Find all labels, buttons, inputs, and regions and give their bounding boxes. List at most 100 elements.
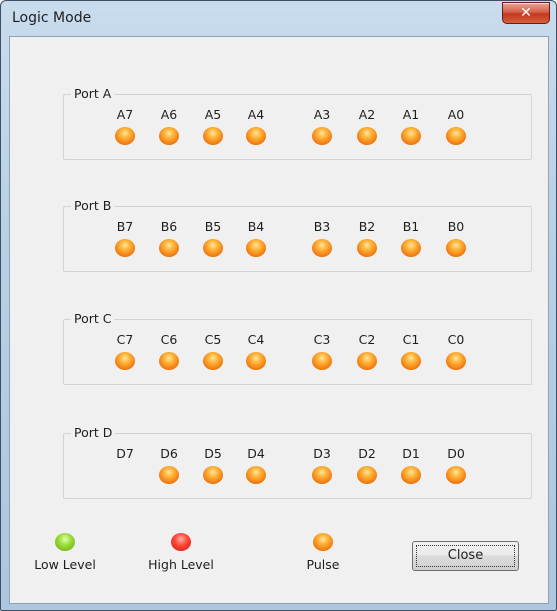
pin-label: A0 [447, 107, 465, 122]
port-group-label: Port A [71, 86, 115, 102]
pulse-led-icon [203, 466, 223, 484]
pin-b0: B0 [438, 219, 474, 257]
close-button[interactable]: Close [412, 541, 519, 571]
pin-label: D2 [358, 446, 376, 461]
close-icon[interactable]: ✕ [502, 2, 550, 24]
pin-label: D3 [313, 446, 331, 461]
pulse-led-icon [357, 352, 377, 370]
pin-label: A4 [247, 107, 265, 122]
pulse-led-icon [401, 352, 421, 370]
pin-b4: B4 [238, 219, 274, 257]
legend-item-pulse: Pulse [278, 533, 368, 573]
pin-label: D6 [160, 446, 178, 461]
pin-c0: C0 [438, 332, 474, 370]
pin-label: A5 [204, 107, 222, 122]
pin-label: D1 [402, 446, 420, 461]
pin-label: A2 [358, 107, 376, 122]
pin-label: C2 [358, 332, 376, 347]
pulse-led-icon [357, 127, 377, 145]
pulse-led-icon [446, 127, 466, 145]
pin-b6: B6 [151, 219, 187, 257]
pulse-led-icon [446, 352, 466, 370]
pin-c7: C7 [107, 332, 143, 370]
pin-label: C6 [160, 332, 178, 347]
pulse-led-icon [246, 127, 266, 145]
port-group-a: Port A A7 A6 A5 A4 A3 A2 A1 A0 [63, 86, 532, 160]
pin-d4: D4 [238, 446, 274, 484]
pulse-led-icon [401, 127, 421, 145]
pin-label: D4 [247, 446, 265, 461]
pin-label: B7 [116, 219, 134, 234]
pulse-led-icon [115, 127, 135, 145]
pulse-led-icon [246, 466, 266, 484]
low-led-icon [55, 533, 75, 551]
pin-label: C4 [247, 332, 265, 347]
pin-label: B4 [247, 219, 265, 234]
pulse-led-icon [159, 127, 179, 145]
legend-item-low: Low Level [20, 533, 110, 573]
pin-label: A1 [402, 107, 420, 122]
high-led-icon [171, 533, 191, 551]
pulse-led-icon [159, 352, 179, 370]
pulse-led-icon [246, 239, 266, 257]
pin-b3: B3 [304, 219, 340, 257]
legend-item-high: High Level [136, 533, 226, 573]
pin-c1: C1 [393, 332, 429, 370]
pin-a7: A7 [107, 107, 143, 145]
pin-c4: C4 [238, 332, 274, 370]
pin-label: B6 [160, 219, 178, 234]
pulse-led-icon [203, 127, 223, 145]
pulse-led-icon [312, 466, 332, 484]
port-group-c: Port C C7 C6 C5 C4 C3 C2 C1 C0 [63, 311, 532, 385]
pin-c6: C6 [151, 332, 187, 370]
dialog-client-area: Close Port A A7 A6 A5 A4 A3 A2 A1 A0 Port B B7 B6 B5… [9, 36, 549, 604]
pin-c5: C5 [195, 332, 231, 370]
pulse-led-icon [312, 352, 332, 370]
pin-label: D7 [116, 446, 134, 461]
pin-label: C3 [313, 332, 331, 347]
pin-label: C5 [204, 332, 222, 347]
legend-label: High Level [148, 557, 214, 572]
pin-label: A3 [313, 107, 331, 122]
pulse-led-icon [203, 352, 223, 370]
pin-c3: C3 [304, 332, 340, 370]
pulse-led-icon [312, 239, 332, 257]
pin-label: B3 [313, 219, 331, 234]
pin-label: A6 [160, 107, 178, 122]
pulse-led-icon [159, 466, 179, 484]
pin-d5: D5 [195, 446, 231, 484]
port-group-label: Port D [71, 425, 116, 441]
pin-a2: A2 [349, 107, 385, 145]
legend-label: Low Level [34, 557, 96, 572]
pin-label: C7 [116, 332, 134, 347]
pulse-led-icon [203, 239, 223, 257]
pin-d1: D1 [393, 446, 429, 484]
pin-d7: D7 [107, 446, 143, 461]
pin-label: B0 [447, 219, 465, 234]
pulse-led-icon [115, 239, 135, 257]
pulse-led-icon [312, 127, 332, 145]
pin-a6: A6 [151, 107, 187, 145]
pulse-led-icon [446, 466, 466, 484]
pin-a3: A3 [304, 107, 340, 145]
pin-d6: D6 [151, 446, 187, 484]
port-group-b: Port B B7 B6 B5 B4 B3 B2 B1 B0 [63, 198, 532, 272]
pulse-led-icon [159, 239, 179, 257]
pulse-led-icon [357, 466, 377, 484]
pin-a5: A5 [195, 107, 231, 145]
title-bar: Logic Mode ✕ [1, 1, 556, 35]
pin-label: B2 [358, 219, 376, 234]
pin-d3: D3 [304, 446, 340, 484]
pin-label: C0 [447, 332, 465, 347]
pulse-led-icon [313, 533, 333, 551]
pin-b1: B1 [393, 219, 429, 257]
pin-d0: D0 [438, 446, 474, 484]
port-group-label: Port C [71, 311, 115, 327]
pulse-led-icon [357, 239, 377, 257]
port-group-d: Port D D7 D6 D5 D4 D3 D2 D1 D0 [63, 425, 532, 499]
pin-b2: B2 [349, 219, 385, 257]
pin-b7: B7 [107, 219, 143, 257]
window-title: Logic Mode [12, 10, 92, 26]
pulse-led-icon [246, 352, 266, 370]
pin-label: D0 [447, 446, 465, 461]
